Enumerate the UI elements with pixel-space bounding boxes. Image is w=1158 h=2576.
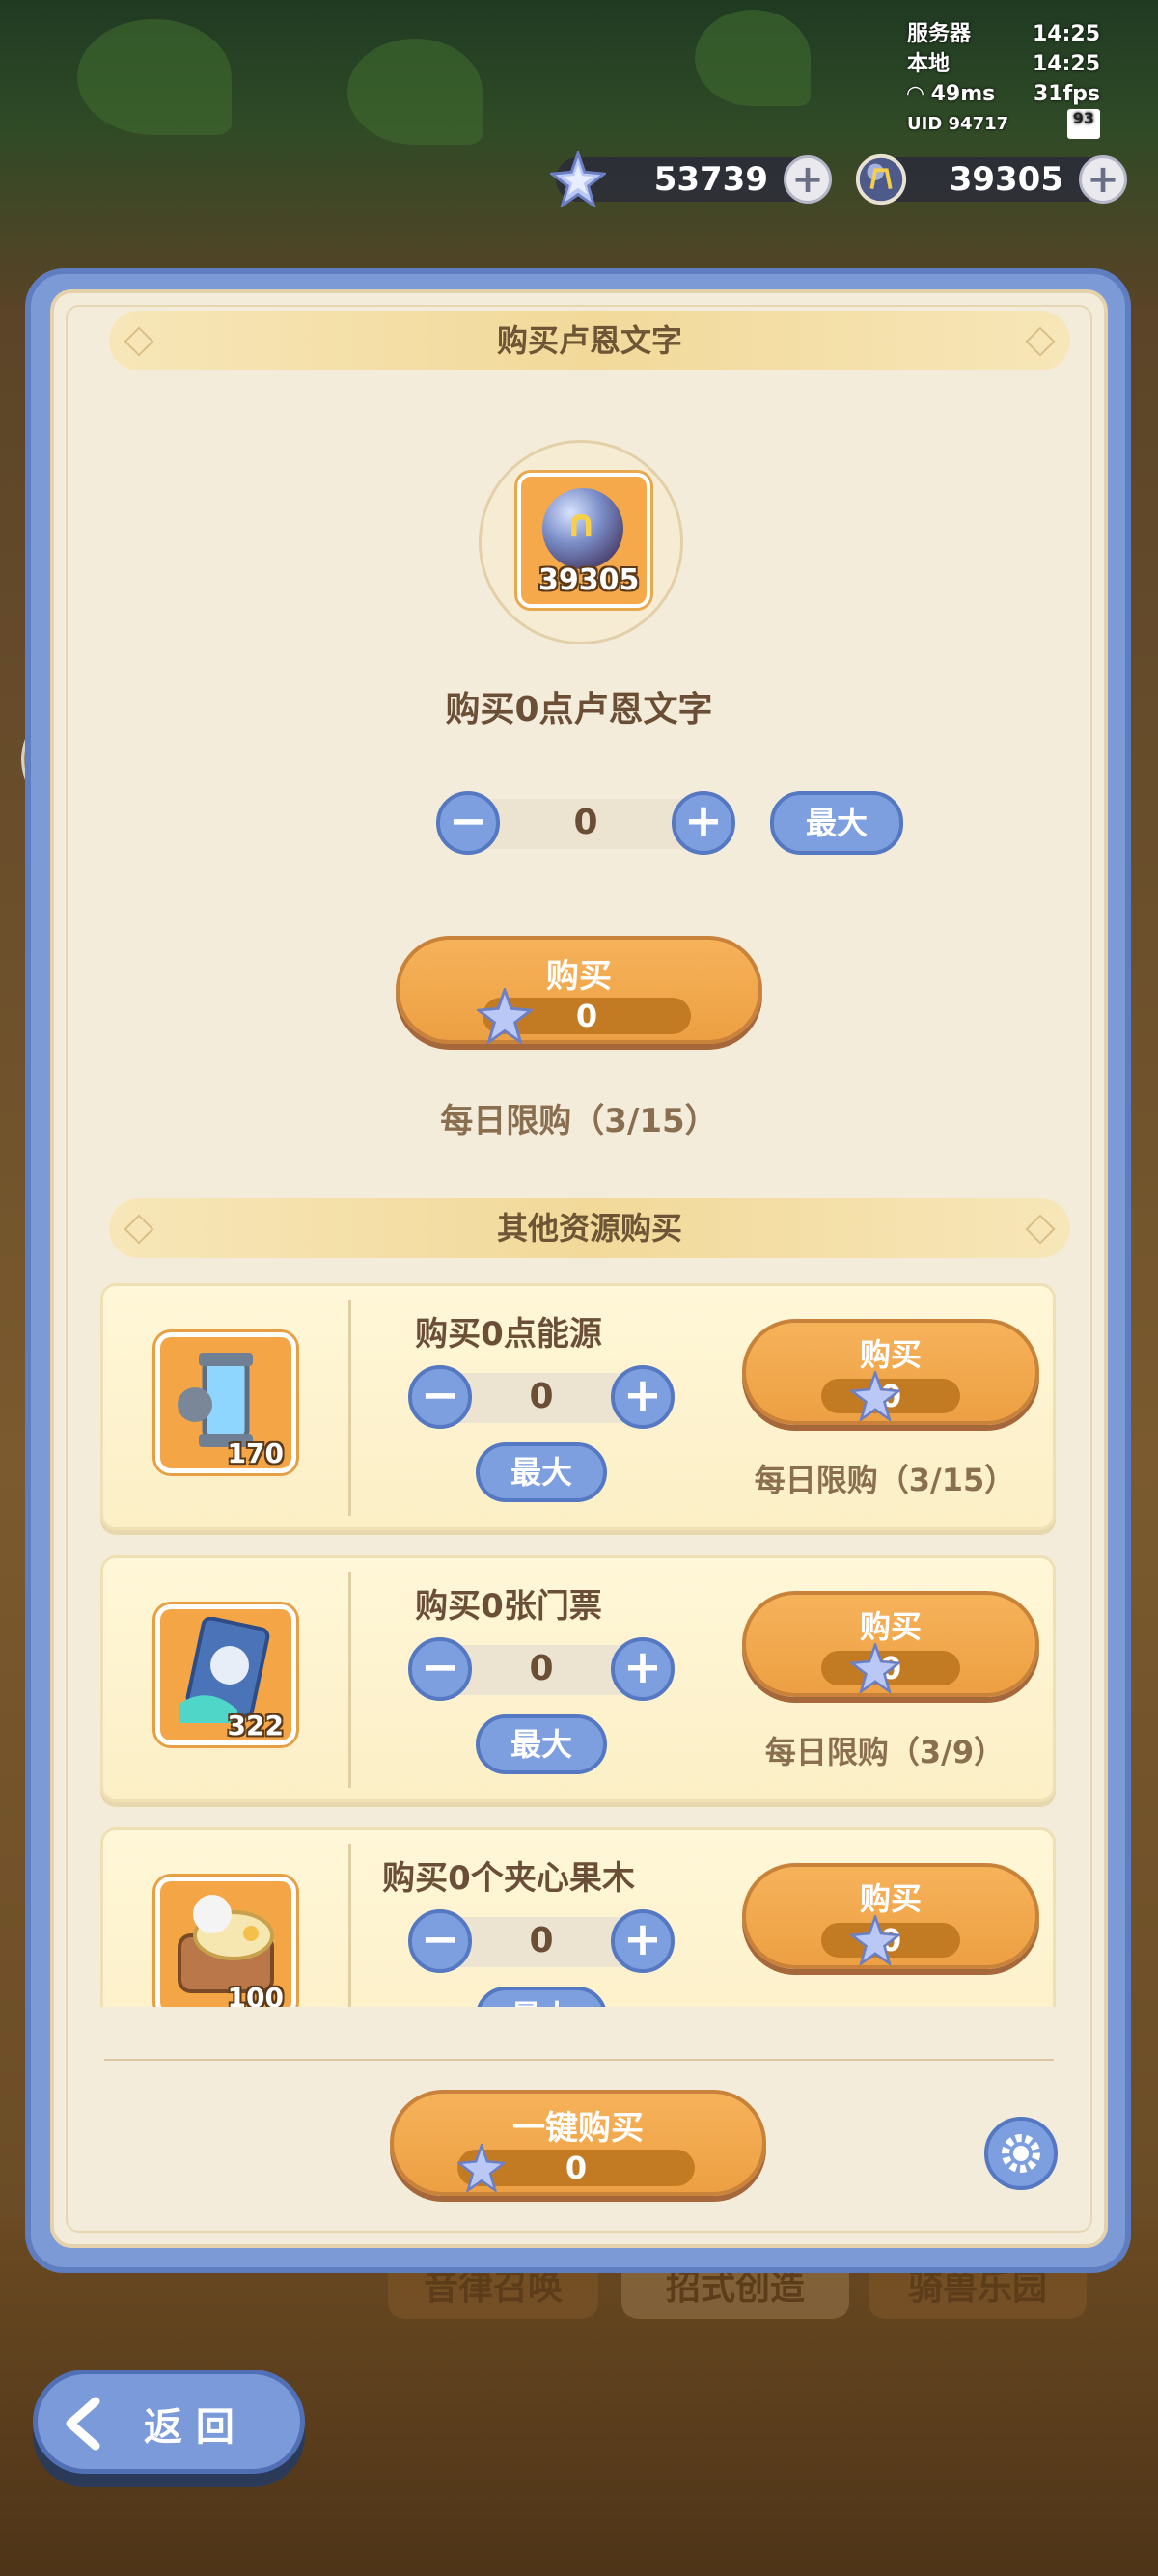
ping-readout: ◠ 49ms (907, 79, 995, 109)
rune-section-title: 购买卢恩文字 (496, 322, 682, 359)
server-label: 服务器 (907, 22, 972, 46)
ticket-card-icon: 322 (155, 1604, 296, 1745)
rune-increase-button[interactable]: + (672, 791, 735, 855)
energy-buy-button[interactable]: 购买 0 (742, 1319, 1039, 1425)
star-crystal-icon (850, 1915, 900, 1965)
wood-increase-button[interactable]: + (611, 1909, 675, 1973)
sandwich-wood-icon: 100 (155, 1877, 296, 2007)
wood-owned-count: 100 (227, 1982, 284, 2007)
back-label: 返 回 (144, 2405, 234, 2450)
settings-button[interactable] (984, 2117, 1058, 2190)
rune-stone-icon (855, 153, 907, 206)
battery-indicator: 93 (1066, 109, 1100, 139)
add-rune-button[interactable]: + (1079, 155, 1127, 204)
diamond-ornament-icon (124, 326, 154, 357)
wood-buy-button[interactable]: 购买 0 (742, 1863, 1039, 1969)
wood-buy-label: 购买 (859, 1880, 922, 1917)
energy-buy-label: 购买 (859, 1336, 922, 1373)
wood-buy-prompt: 购买0个夹心果木 (382, 1859, 635, 1898)
local-label: 本地 (907, 52, 951, 76)
rune-daily-limit: 每日限购（3/15） (440, 1102, 718, 1140)
diamond-ornament-icon (1025, 326, 1056, 357)
rune-buy-button[interactable]: 购买 0 (396, 936, 762, 1044)
one-click-buy-label: 一键购买 (512, 2109, 644, 2148)
rune-buy-prompt: 购买0点卢恩文字 (445, 690, 713, 729)
ticket-increase-button[interactable]: + (611, 1637, 675, 1701)
diamond-ornament-icon (124, 1214, 154, 1245)
star-crystal-icon (457, 2144, 506, 2192)
energy-quantity-stepper: − 0 + (408, 1365, 675, 1429)
gear-icon (1002, 2134, 1040, 2173)
energy-buy-prompt: 购买0点能源 (415, 1315, 602, 1354)
wifi-icon: ◠ (907, 82, 931, 106)
rune-item-display: ∩ 39305 (479, 440, 683, 644)
other-section-title: 其他资源购买 (496, 1210, 682, 1247)
energy-max-button[interactable]: 最大 (476, 1442, 607, 1502)
rune-max-button[interactable]: 最大 (770, 791, 903, 855)
list-item: 170 购买0点能源 − 0 + 最大 购买 0 每日限购（3/15） (100, 1283, 1056, 1530)
server-time: 14:25 (1032, 22, 1100, 46)
wood-quantity-stepper: − 0 + (408, 1909, 675, 1973)
energy-owned-count: 170 (227, 1438, 284, 1469)
star-crystal-icon (850, 1643, 900, 1693)
rune-owned-count: 39305 (538, 563, 640, 597)
back-arrow-icon (66, 2397, 100, 2451)
star-crystal-icon (550, 151, 606, 207)
ticket-owned-count: 322 (227, 1710, 284, 1741)
list-item: 100 购买0个夹心果木 − 0 + 最大 购买 0 (100, 1827, 1056, 2007)
leaf-decoration (77, 19, 232, 135)
ticket-buy-prompt: 购买0张门票 (415, 1587, 602, 1626)
leaf-decoration (695, 10, 811, 106)
debug-status-overlay: 服务器 14:25 本地 14:25 ◠ 49ms 31fps UID 94717 93 (907, 19, 1100, 139)
ticket-quantity-stepper: − 0 + (408, 1637, 675, 1701)
rune-amount: 39305 (949, 160, 1063, 199)
star-crystal-currency: 53739 + (550, 151, 832, 207)
leaf-decoration (347, 39, 482, 145)
list-item: 322 购买0张门票 − 0 + 最大 购买 0 每日限购（3/9） (100, 1555, 1056, 1802)
energy-daily-limit: 每日限购（3/15） (754, 1462, 1016, 1498)
wood-max-button[interactable]: 最大 (476, 1987, 607, 2007)
rune-item-icon: ∩ 39305 (517, 473, 650, 608)
uid-readout: UID 94717 (907, 114, 1009, 134)
ticket-daily-limit: 每日限购（3/9） (764, 1734, 1006, 1770)
ticket-max-button[interactable]: 最大 (476, 1714, 607, 1774)
back-button[interactable]: 返 回 (33, 2370, 305, 2474)
star-crystal-icon (850, 1371, 900, 1421)
diamond-ornament-icon (1025, 1214, 1056, 1245)
local-time: 14:25 (1032, 52, 1100, 76)
fps-readout: 31fps (1033, 82, 1100, 106)
rune-currency: 39305 + (855, 152, 1127, 206)
add-star-crystal-button[interactable]: + (784, 155, 832, 204)
rune-buy-label: 购买 (546, 957, 612, 996)
rune-section-header: 购买卢恩文字 (109, 311, 1070, 370)
rune-symbol-icon: ∩ (565, 502, 597, 546)
resource-list[interactable]: 170 购买0点能源 − 0 + 最大 购买 0 每日限购（3/15） (96, 1274, 1062, 2007)
ping-value: 49ms (930, 82, 996, 106)
star-crystal-icon (477, 988, 533, 1044)
ticket-buy-label: 购买 (859, 1608, 922, 1645)
energy-canister-icon: 170 (155, 1332, 296, 1473)
energy-increase-button[interactable]: + (611, 1365, 675, 1429)
ticket-buy-button[interactable]: 购买 0 (742, 1591, 1039, 1697)
star-crystal-amount: 53739 (653, 160, 768, 199)
one-click-buy-button[interactable]: 一键购买 0 (390, 2090, 766, 2196)
rune-quantity-stepper: − 0 + (436, 791, 735, 855)
footer-divider (104, 2059, 1054, 2061)
other-section-header: 其他资源购买 (109, 1198, 1070, 1258)
